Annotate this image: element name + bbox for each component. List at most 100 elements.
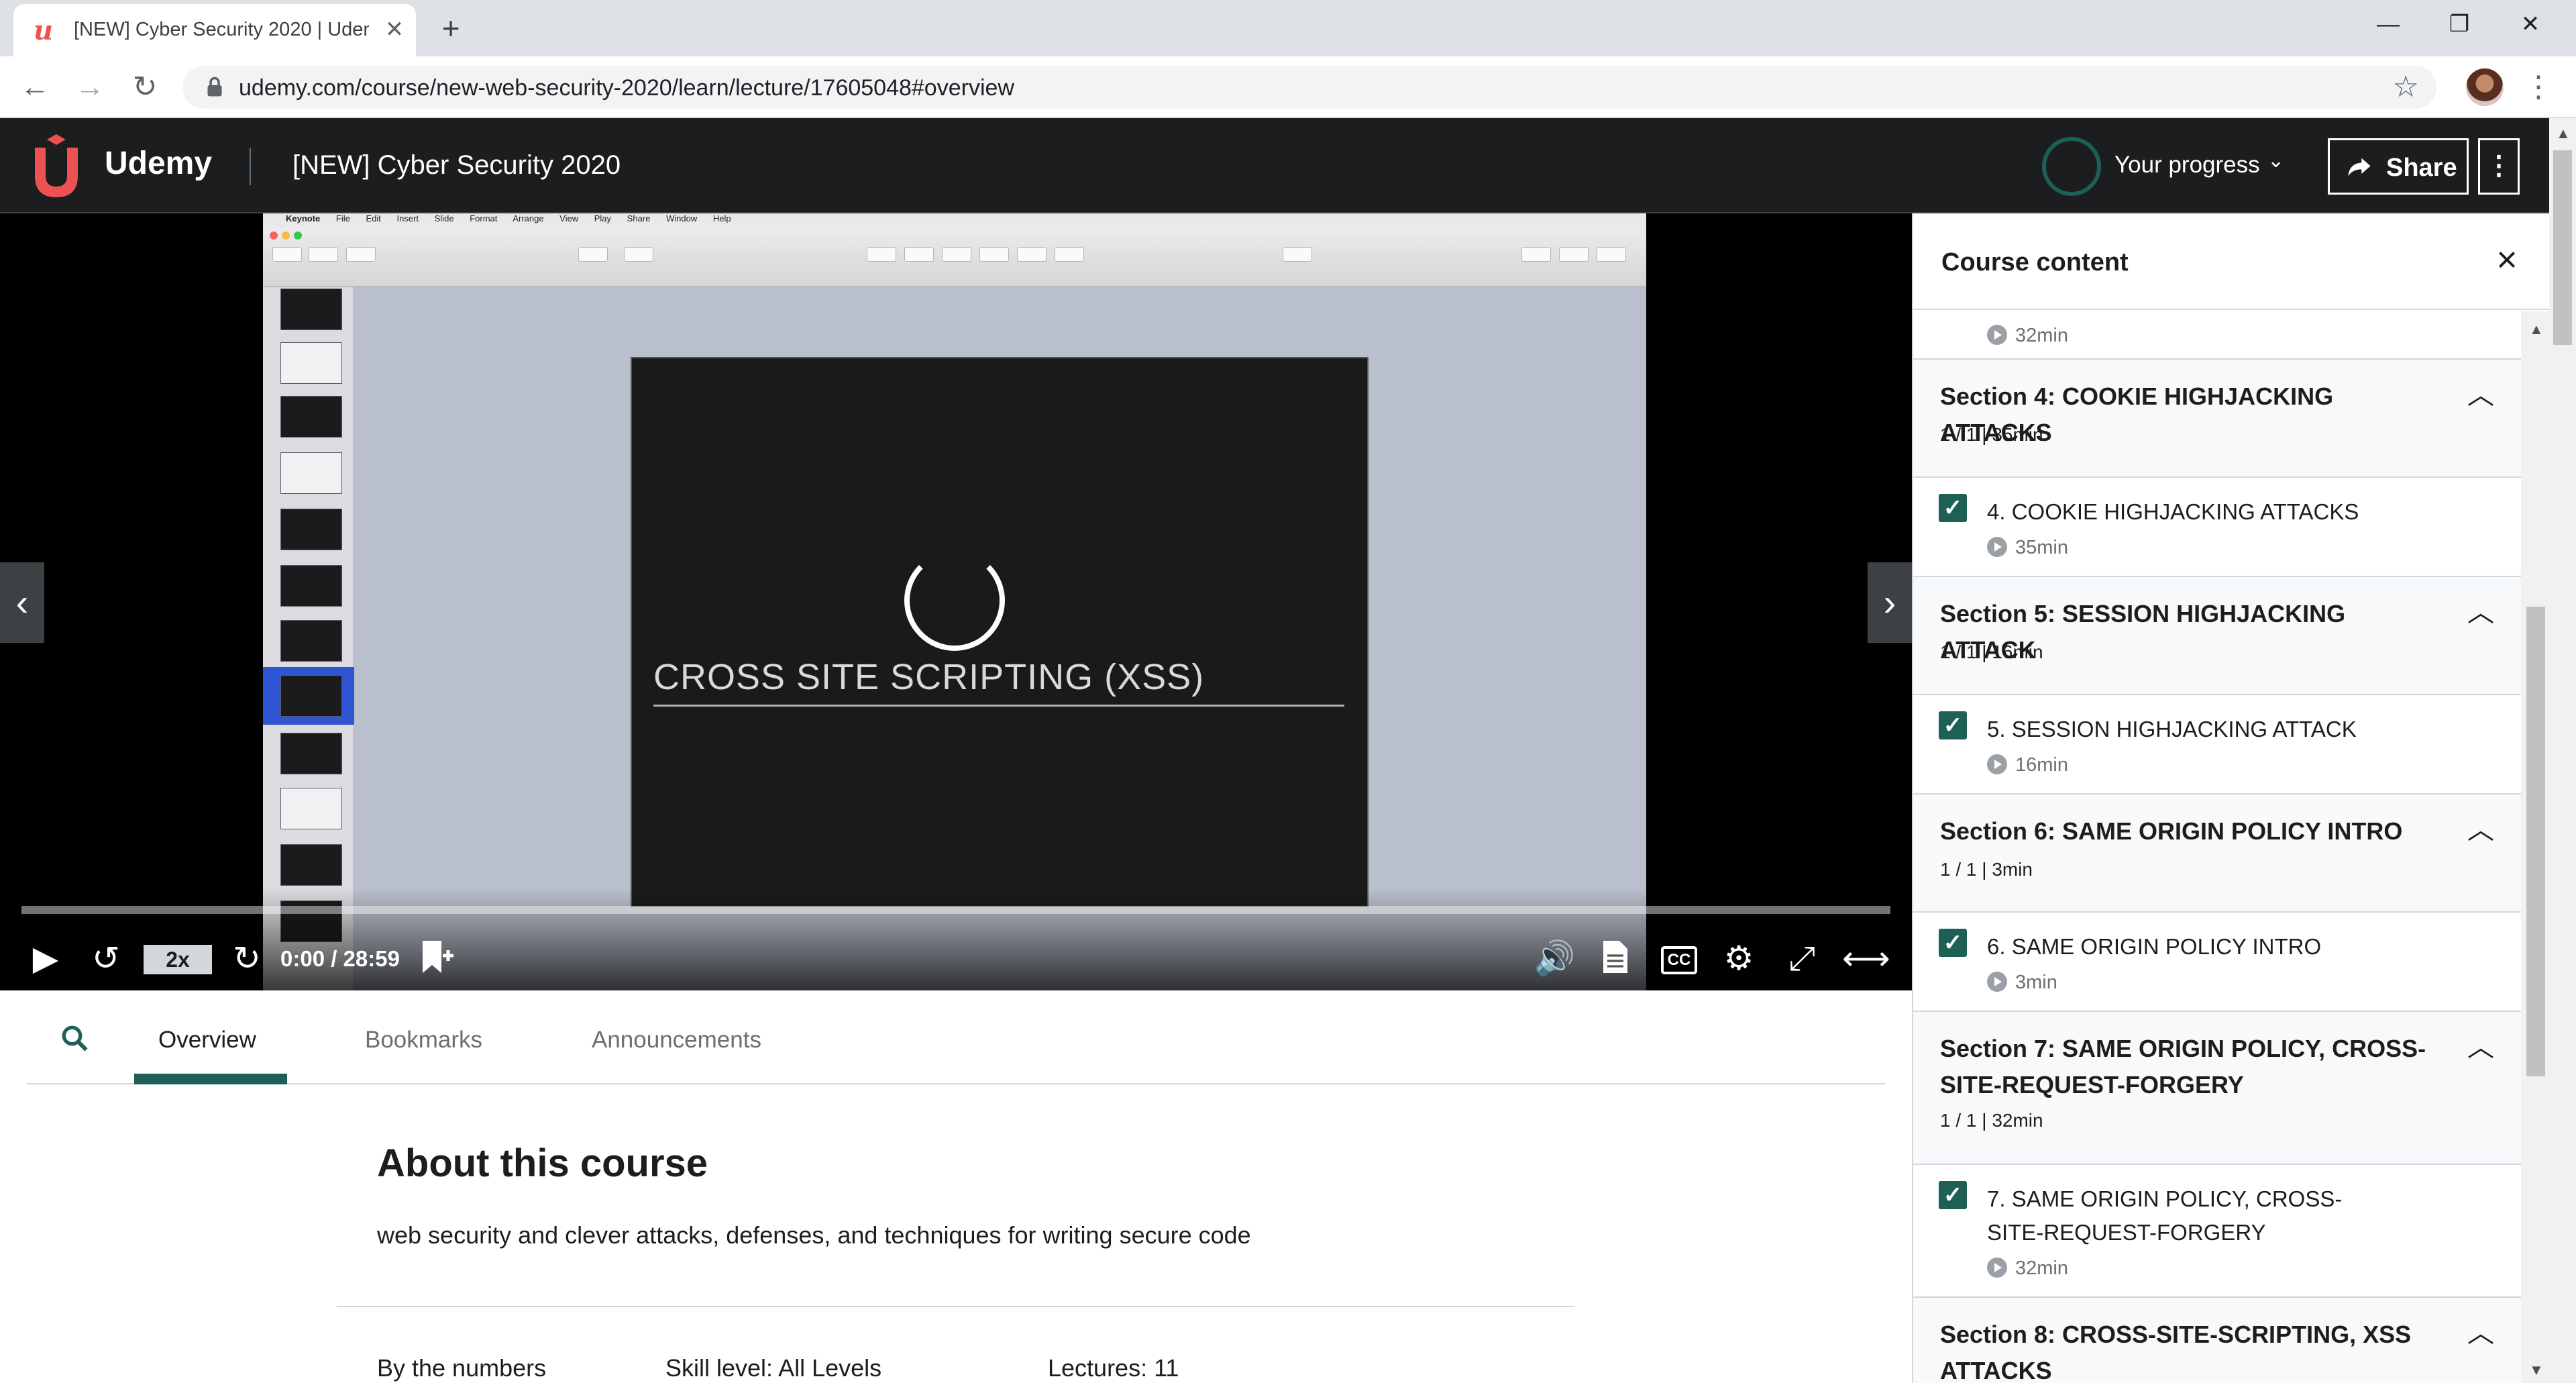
page-scrollbar[interactable]: ▲ <box>2549 118 2576 1383</box>
mac-menu-item: Format <box>470 213 498 223</box>
lecture-item[interactable]: ✓ 7. SAME ORIGIN POLICY, CROSS-SITE-REQU… <box>1913 1164 2521 1296</box>
lecture-duration: 3min <box>1987 972 2057 994</box>
active-tab-indicator <box>134 1074 287 1084</box>
url-omnibox[interactable]: udemy.com/course/new-web-security-2020/l… <box>182 66 2436 109</box>
document-toolbar-button <box>1597 247 1626 262</box>
udemy-logo-icon[interactable] <box>25 134 99 199</box>
play-circle-icon <box>1987 754 2007 774</box>
add-slide-toolbar-button <box>346 247 376 262</box>
play-circle-icon <box>1987 537 2007 557</box>
mac-menu-item: View <box>559 213 579 223</box>
play-icon[interactable]: ▶ <box>27 938 64 978</box>
scroll-down-arrow-icon[interactable]: ▼ <box>2529 1362 2544 1379</box>
window-close-icon[interactable]: ✕ <box>2510 8 2551 40</box>
forward-icon[interactable]: ↻ <box>228 938 266 978</box>
back-icon[interactable]: ← <box>16 68 54 106</box>
course-title[interactable]: [NEW] Cyber Security 2020 <box>292 150 621 181</box>
by-the-numbers-label: By the numbers <box>377 1354 547 1382</box>
table-toolbar-button <box>867 247 896 262</box>
video-progress-bar[interactable] <box>21 906 1890 914</box>
lecture-item[interactable]: ✓ 5. SESSION HIGHJACKING ATTACK 16min <box>1913 694 2521 793</box>
play-circle-icon <box>1987 325 2007 345</box>
expand-width-icon[interactable]: ⟷ <box>1842 938 1890 978</box>
tab-title: [NEW] Cyber Security 2020 | Udemy <box>74 19 369 40</box>
section-meta: 1 / 1 | 3min <box>1940 859 2033 880</box>
forward-icon[interactable]: → <box>71 68 109 106</box>
progress-ring-icon[interactable] <box>2042 137 2101 196</box>
reload-icon[interactable]: ↻ <box>126 68 164 106</box>
rewind-icon[interactable]: ↺ <box>87 938 125 978</box>
browser-menu-icon[interactable]: ⋮ <box>2524 68 2553 106</box>
tab-bookmarks[interactable]: Bookmarks <box>365 1027 482 1054</box>
next-lecture-button[interactable]: › <box>1868 562 1912 643</box>
mac-menu-item: File <box>335 213 350 223</box>
section-meta: 1 / 1 | 32min <box>1940 1110 2043 1131</box>
keynote-toolbar <box>263 227 1646 287</box>
section-header[interactable]: Section 8: CROSS-SITE-SCRIPTING, XSS ATT… <box>1913 1296 2521 1383</box>
slide-thumbnail <box>280 289 342 330</box>
bookmark-star-icon[interactable]: ☆ <box>2393 71 2419 103</box>
play-circle-icon <box>1987 972 2007 992</box>
lecture-item[interactable]: ✓ 4. COOKIE HIGHJACKING ATTACKS 35min <box>1913 476 2521 576</box>
section-header[interactable]: Section 6: SAME ORIGIN POLICY INTRO 1 / … <box>1913 793 2521 911</box>
chevron-up-icon[interactable]: ︿ <box>2466 591 2496 627</box>
tab-announcements[interactable]: Announcements <box>592 1027 761 1054</box>
video-player[interactable]: Keynote File Edit Insert Slide Format Ar… <box>0 213 1912 990</box>
restore-icon[interactable]: ❐ <box>2439 8 2479 40</box>
new-tab-icon[interactable]: + <box>435 12 467 44</box>
chevron-up-icon[interactable]: ︿ <box>2466 1311 2496 1348</box>
lecture-item[interactable]: ✓ 6. SAME ORIGIN POLICY INTRO 3min <box>1913 911 2521 1011</box>
mac-menu-item: Keynote <box>286 213 321 223</box>
course-content-sidebar: Course content × 32min Section 4: COOKIE… <box>1912 213 2549 1383</box>
scroll-up-arrow-icon[interactable]: ▲ <box>2556 125 2571 142</box>
play-circle-icon <box>1987 1258 2007 1278</box>
course-header: Udemy [NEW] Cyber Security 2020 Your pro… <box>0 118 2549 213</box>
more-options-button[interactable]: ⋮ <box>2478 138 2520 195</box>
completed-checkbox[interactable]: ✓ <box>1939 929 1967 957</box>
share-icon <box>2348 158 2371 176</box>
your-progress-label[interactable]: Your progress <box>2114 152 2260 178</box>
share-button[interactable]: Share <box>2328 138 2469 195</box>
settings-gear-icon[interactable]: ⚙ <box>1719 938 1759 978</box>
add-bookmark-icon[interactable] <box>417 938 455 978</box>
scrollbar-thumb[interactable] <box>2526 607 2545 1076</box>
chevron-up-icon[interactable]: ︿ <box>2466 1025 2496 1062</box>
transcript-icon[interactable] <box>1597 938 1634 978</box>
tab-overview[interactable]: Overview <box>158 1027 256 1054</box>
chevron-up-icon[interactable]: ︿ <box>2466 373 2496 410</box>
scroll-up-arrow-icon[interactable]: ▲ <box>2529 321 2544 338</box>
slide-thumbnail <box>280 509 342 550</box>
volume-icon[interactable]: 🔊 <box>1534 938 1575 978</box>
mac-menu-item: Window <box>666 213 698 223</box>
completed-checkbox[interactable]: ✓ <box>1939 494 1967 522</box>
completed-checkbox[interactable]: ✓ <box>1939 711 1967 739</box>
chevron-down-icon[interactable]: ⌄ <box>2267 149 2284 172</box>
slide-navigator <box>263 287 354 990</box>
section-list: 32min Section 4: COOKIE HIGHJACKING ATTA… <box>1913 311 2521 1383</box>
collaborate-toolbar-button <box>1283 247 1312 262</box>
minimize-icon[interactable]: — <box>2368 8 2408 40</box>
captions-button[interactable]: CC <box>1661 946 1697 974</box>
previous-lecture-button[interactable]: ‹ <box>0 562 44 643</box>
sidebar-scrollbar[interactable]: ▲ ▼ <box>2521 311 2549 1383</box>
section-meta: 1 / 1 | 16min <box>1940 642 2043 662</box>
udemy-logo-text[interactable]: Udemy <box>105 145 212 182</box>
playback-speed-button[interactable]: 2x <box>144 945 212 974</box>
page-scrollbar-thumb[interactable] <box>2553 150 2572 345</box>
slide-thumbnail <box>280 565 342 607</box>
fullscreen-icon[interactable]: ⤢ <box>1782 938 1822 978</box>
tab-close-icon[interactable]: ✕ <box>381 16 408 43</box>
search-icon[interactable] <box>60 1024 89 1052</box>
mac-menu-item: Help <box>712 213 731 223</box>
section-header[interactable]: Section 5: SESSION HIGHJACKING ATTACK 1 … <box>1913 576 2521 694</box>
lecture-title: 5. SESSION HIGHJACKING ATTACK <box>1987 717 2357 741</box>
chevron-up-icon[interactable]: ︿ <box>2466 808 2496 845</box>
close-icon[interactable]: × <box>2489 242 2525 278</box>
lock-icon <box>207 76 222 97</box>
browser-tab[interactable]: u [NEW] Cyber Security 2020 | Udemy ✕ <box>13 4 416 56</box>
completed-checkbox[interactable]: ✓ <box>1939 1181 1967 1209</box>
profile-avatar[interactable] <box>2466 68 2504 106</box>
slide-title: CROSS SITE SCRIPTING (XSS) <box>653 657 1205 697</box>
section-header[interactable]: Section 7: SAME ORIGIN POLICY, CROSS-SIT… <box>1913 1011 2521 1164</box>
section-header[interactable]: Section 4: COOKIE HIGHJACKING ATTACKS 1 … <box>1913 358 2521 476</box>
